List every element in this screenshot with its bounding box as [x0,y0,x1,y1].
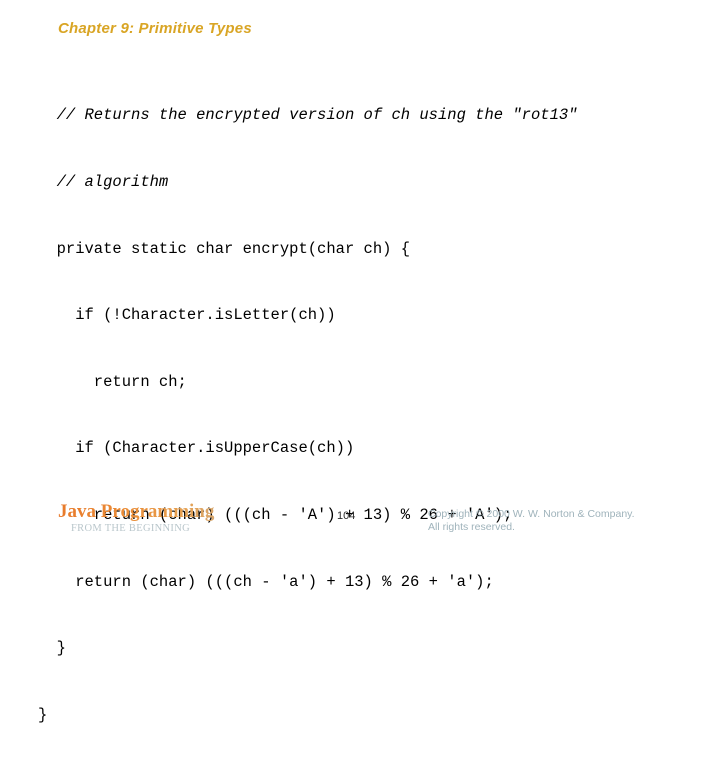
slide-footer: Java Programming FROM THE BEGINNING 104 … [0,498,720,540]
page-title: Chapter 9: Primitive Types [58,20,252,37]
code-line: } [38,639,66,658]
page-number: 104 [337,510,356,522]
brand-logo: Java Programming FROM THE BEGINNING [58,502,298,535]
code-line: // algorithm [38,173,169,192]
copyright-line-2: All rights reserved. [428,521,515,533]
code-line: return (char) (((ch - 'a') + 13) % 26 + … [38,572,494,591]
code-line: // Returns the encrypted version of ch u… [38,106,578,125]
copyright-line-1: Copyright © 2000 W. W. Norton & Company. [428,508,635,520]
slide-canvas: Chapter 9: Primitive Types // Returns th… [0,0,720,724]
code-block: // Returns the encrypted version of ch u… [38,60,698,771]
code-line: if (!Character.isLetter(ch)) [38,306,336,325]
code-line: } [38,705,48,724]
code-line: if (Character.isUpperCase(ch)) [38,439,355,458]
brand-title: Java Programming [58,502,298,522]
brand-subtitle: FROM THE BEGINNING [71,523,190,534]
code-line: return ch; [38,372,187,391]
copyright-notice: Copyright © 2000 W. W. Norton & Company.… [428,508,635,534]
code-line: private static char encrypt(char ch) { [38,239,411,258]
